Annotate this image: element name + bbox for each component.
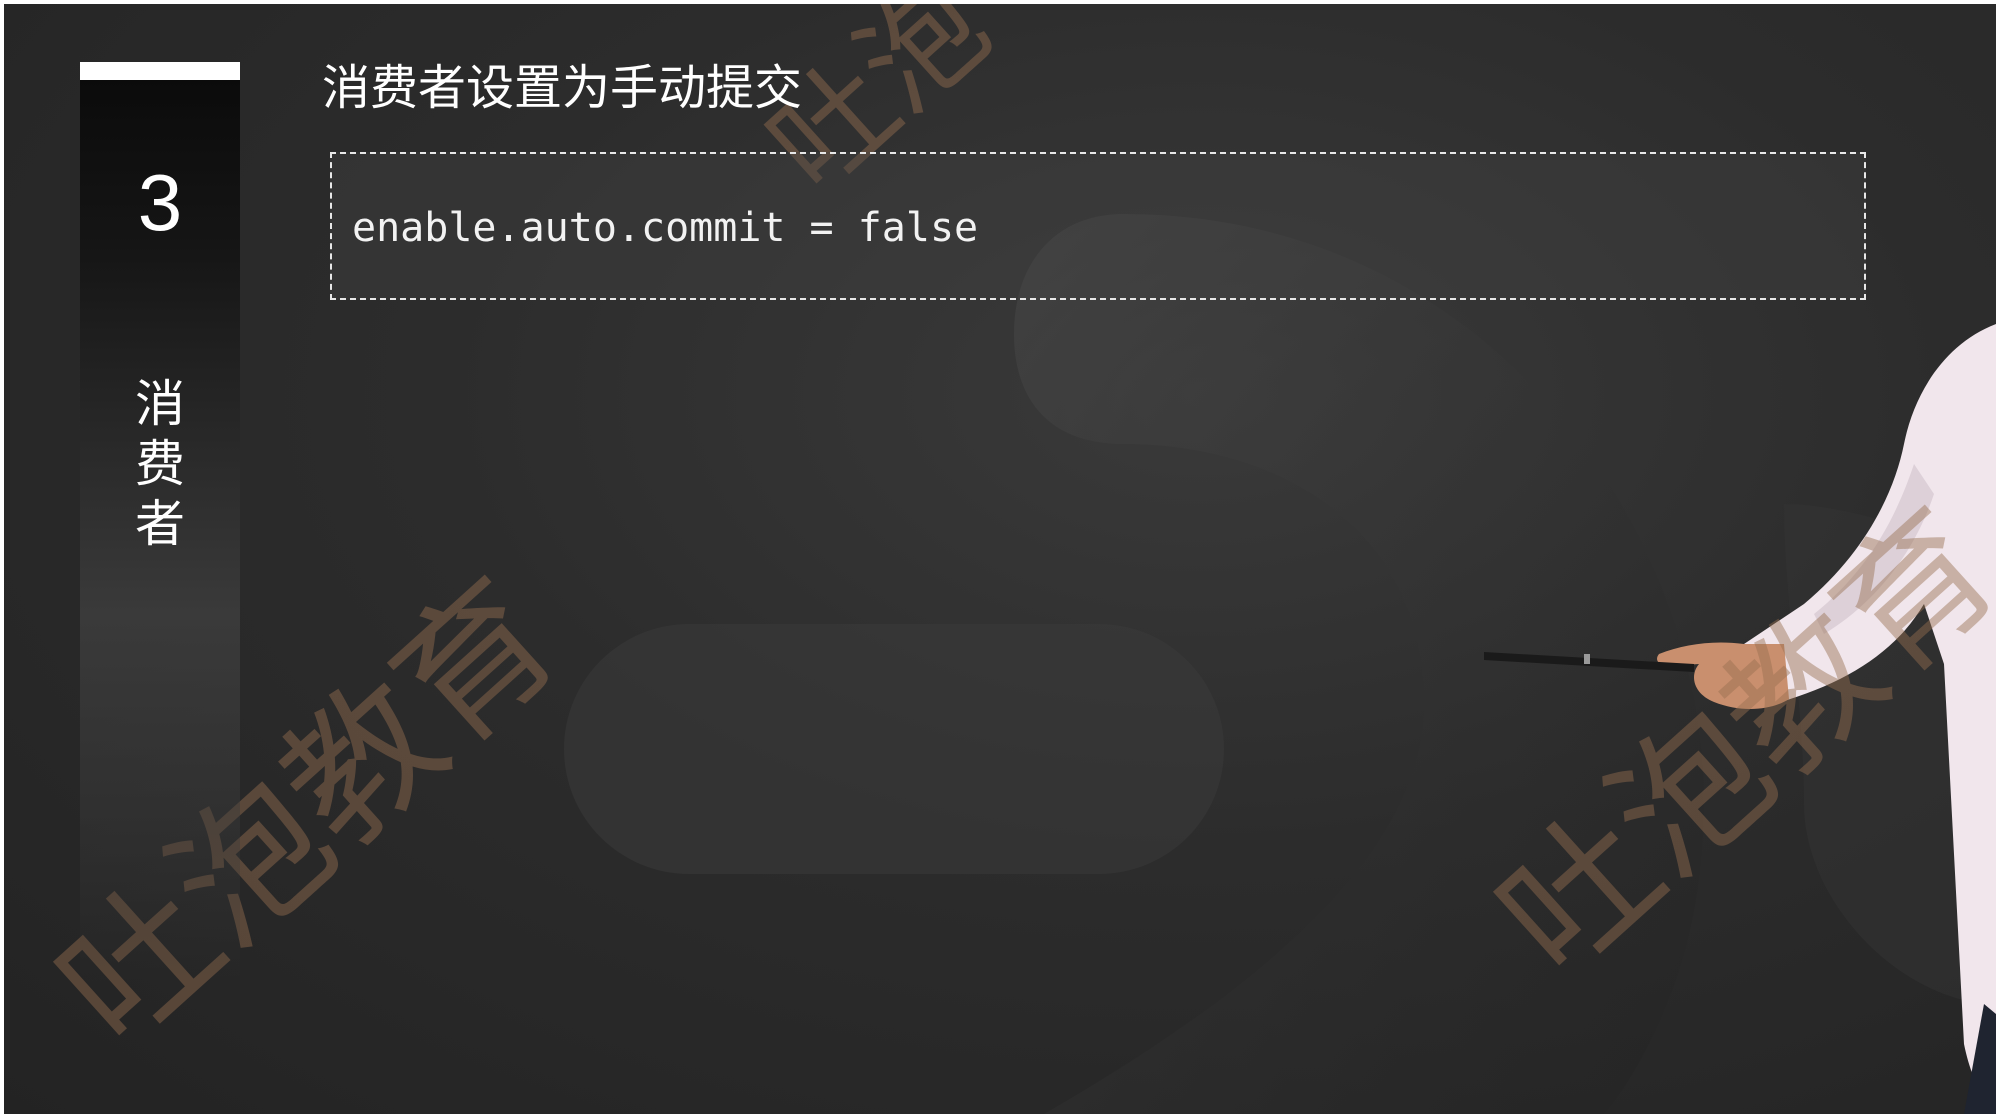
code-box: enable.auto.commit = false [330,152,1866,300]
code-line: enable.auto.commit = false [352,205,979,251]
slide-title: 消费者设置为手动提交 [322,60,803,116]
sidebar-top-accent [80,62,240,80]
section-sidebar: 3 消费者 [80,62,240,982]
section-number: 3 [137,158,183,247]
slide-frame: 吐泡教育 吐泡 3 消费者 消费者设置为手动提交 enable.auto.com… [4,4,1996,1114]
section-label: 消费者 [135,375,185,553]
presenter-icon [1484,324,1996,1114]
